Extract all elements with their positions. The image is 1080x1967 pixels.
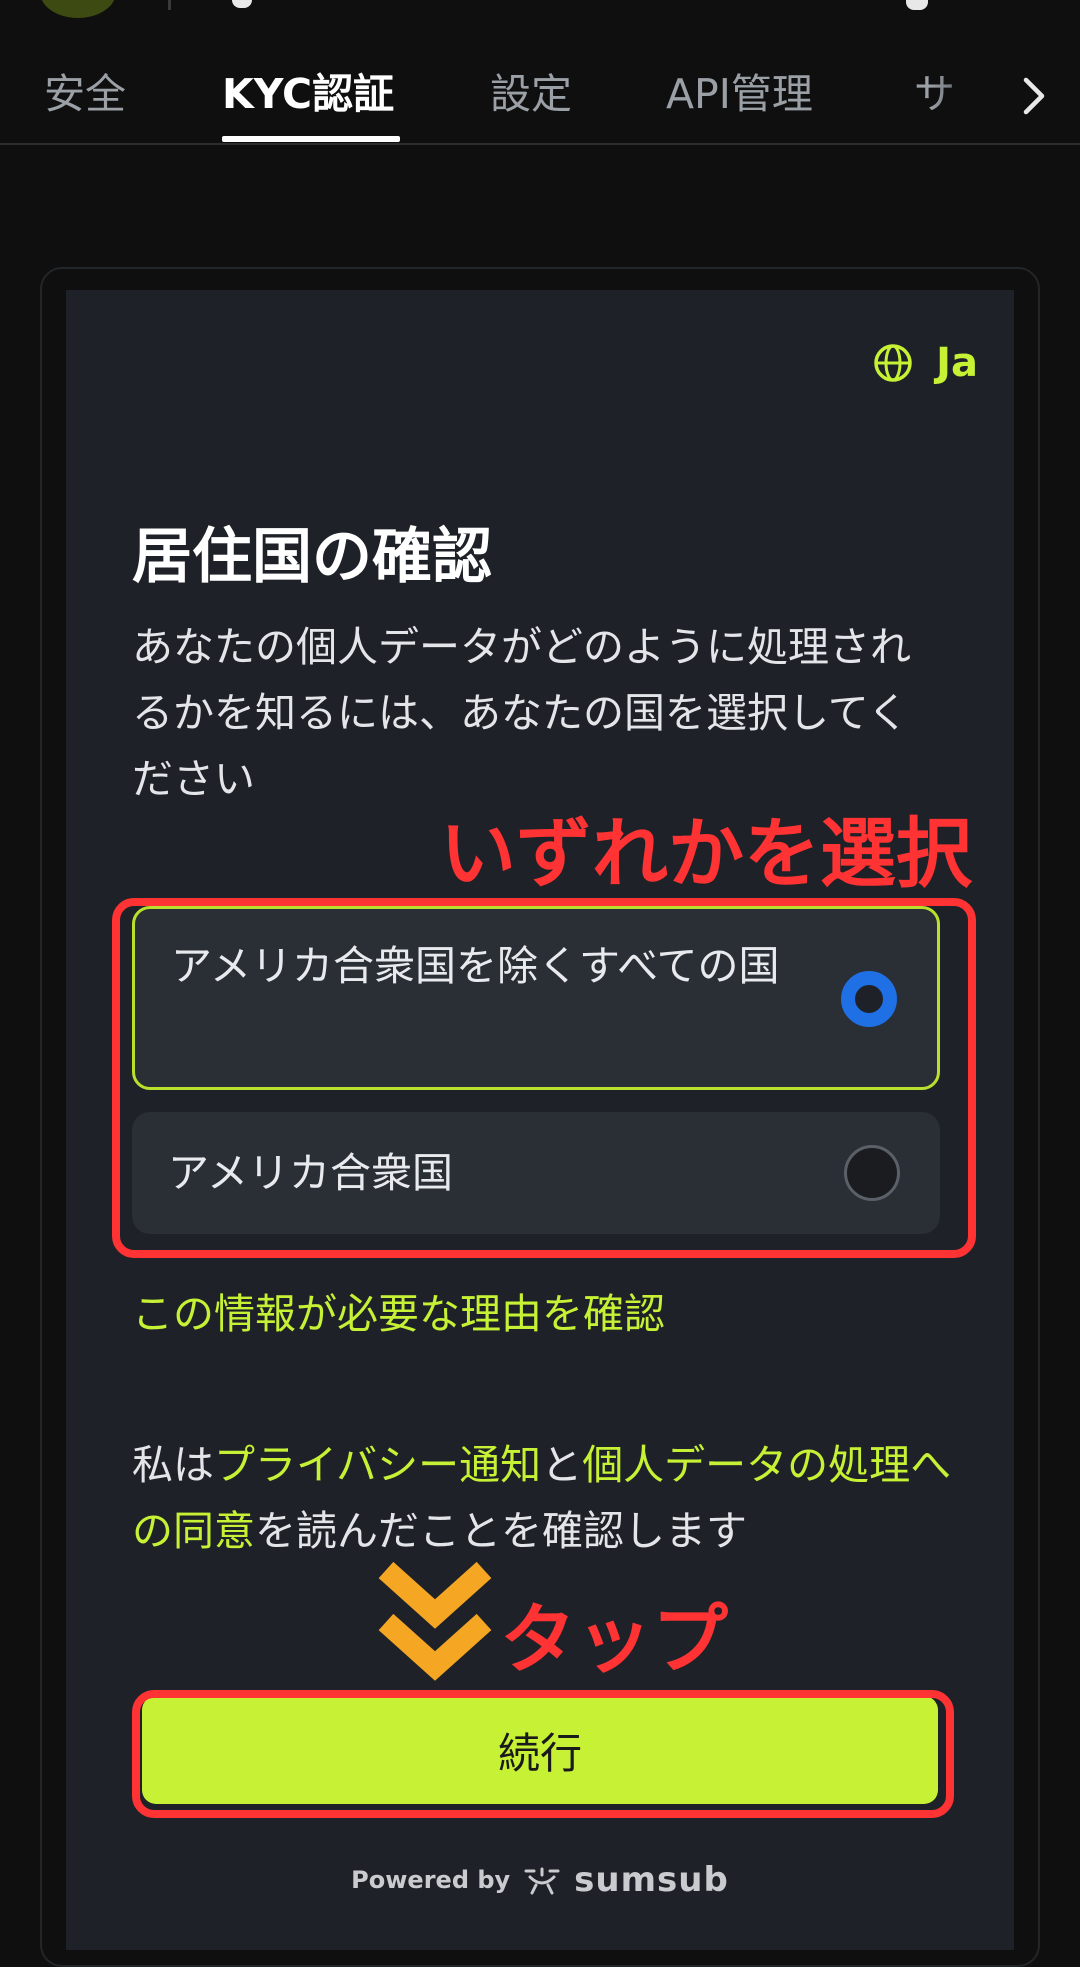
- header-text-fragment: [906, 0, 928, 10]
- tab-settings[interactable]: 設定: [490, 64, 572, 124]
- sumsub-brand: sumsub: [574, 1860, 729, 1900]
- tab-security[interactable]: 安全: [44, 64, 126, 124]
- powered-by-label: Powered by: [351, 1866, 511, 1894]
- consent-text: 私はプライバシー通知と個人データの処理への同意を読んだことを確認します: [132, 1432, 962, 1564]
- language-selector[interactable]: Ja: [872, 340, 978, 386]
- chevron-right-icon[interactable]: [1008, 70, 1060, 122]
- description-text: あなたの個人データがどのように処理されるかを知るには、あなたの国を選択してくださ…: [132, 623, 911, 803]
- globe-icon: [874, 344, 912, 382]
- page-title: 居住国の確認: [132, 522, 492, 592]
- annotation-options-box: [112, 898, 976, 1258]
- language-label: Ja: [936, 340, 978, 386]
- tab-bar: 安全 KYC認証 設定 API管理 サ: [0, 50, 1080, 145]
- double-chevron-down-icon: [374, 1556, 496, 1688]
- privacy-notice-link[interactable]: プライバシー通知: [214, 1441, 541, 1489]
- tab-api[interactable]: API管理: [666, 64, 813, 124]
- avatar[interactable]: [40, 0, 116, 18]
- header-text-fragment: [232, 0, 252, 8]
- tab-kyc[interactable]: KYC認証: [222, 64, 394, 124]
- top-strip: [0, 0, 1080, 22]
- powered-by: Powered by sumsub: [66, 1860, 1014, 1900]
- annotation-continue-box: [132, 1690, 954, 1818]
- consent-prefix: 私は: [132, 1441, 214, 1489]
- sumsub-logo-icon: [524, 1867, 560, 1895]
- consent-suffix: を読んだことを確認します: [255, 1507, 747, 1555]
- consent-and: と: [541, 1441, 583, 1489]
- annotation-tap-label: タップ: [500, 1595, 728, 1684]
- tab-fade: [930, 50, 1010, 142]
- active-tab-indicator: [222, 136, 400, 142]
- why-needed-link[interactable]: この情報が必要な理由を確認: [132, 1280, 665, 1340]
- header-divider: [168, 0, 171, 10]
- annotation-select-label: いずれかを選択: [440, 809, 972, 898]
